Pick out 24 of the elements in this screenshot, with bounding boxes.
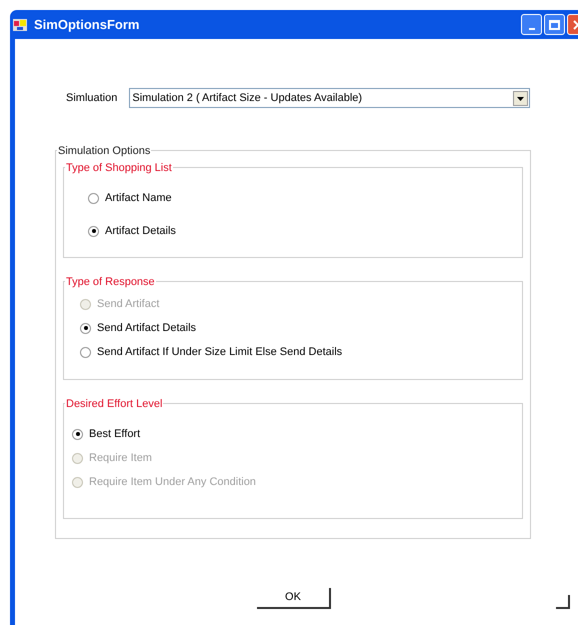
app-icon <box>12 16 28 32</box>
radio-button[interactable] <box>80 346 91 358</box>
radio-label: Artifact Name <box>105 190 172 206</box>
subgroup-title: Type of Shopping List <box>65 160 173 176</box>
radio-label: Require Item Under Any Condition <box>89 474 256 490</box>
minimize-button[interactable] <box>521 14 542 35</box>
radio-label: Best Effort <box>89 426 140 442</box>
ok-button[interactable]: OK <box>257 588 331 609</box>
radio-label: Require Item <box>89 450 152 466</box>
radio-label: Send Artifact <box>97 296 160 312</box>
group-title: Simulation Options <box>57 143 152 160</box>
radio-label: Send Artifact If Under Size Limit Else Send Details <box>97 344 342 360</box>
resize-grip-icon <box>556 595 570 609</box>
window-title: SimOptionsForm <box>34 16 140 34</box>
radio-label: Artifact Details <box>105 224 176 239</box>
maximize-button[interactable] <box>544 14 565 35</box>
radio-button[interactable] <box>72 428 83 440</box>
simulation-label: Simluation <box>66 90 118 106</box>
radio-label: Send Artifact Details <box>97 320 196 336</box>
radio-button[interactable] <box>88 192 99 204</box>
radio-button[interactable] <box>88 226 99 236</box>
subgroup-title: Type of Response <box>65 274 156 290</box>
radio-button[interactable] <box>80 322 91 334</box>
simulation-dropdown[interactable]: Simulation 2 ( Artifact Size - Updates Available) <box>129 88 530 108</box>
